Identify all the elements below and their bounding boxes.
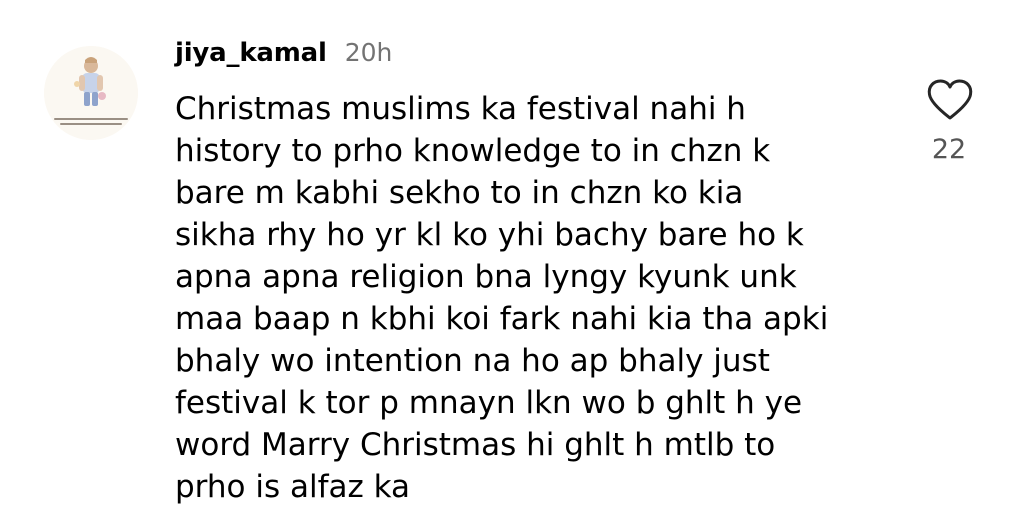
like-button[interactable]	[925, 78, 975, 122]
like-count: 22	[931, 134, 967, 165]
username[interactable]: jiya_kamal	[175, 38, 327, 68]
avatar[interactable]	[44, 46, 138, 140]
comment-header: jiya_kamal 20h	[175, 38, 392, 74]
comment-text: Christmas muslims ka festival nahi h his…	[175, 91, 829, 505]
comment-item: jiya_kamal 20h Christmas muslims ka fest…	[0, 0, 1024, 515]
heart-outline-icon	[927, 79, 973, 120]
avatar-illustration-icon	[44, 46, 138, 140]
timestamp: 20h	[344, 38, 393, 67]
